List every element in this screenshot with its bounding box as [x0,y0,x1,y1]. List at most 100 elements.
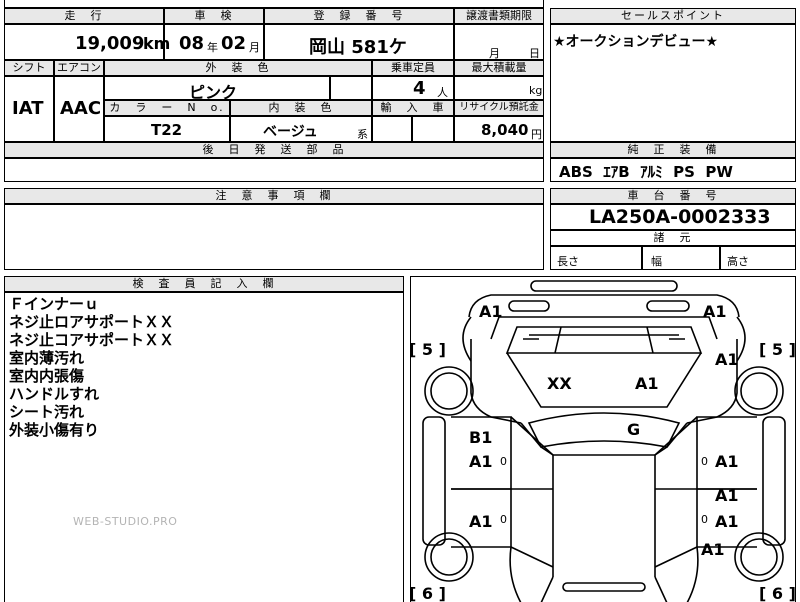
delivery-parts-box [4,158,544,182]
transfer-deadline-cell: 月 日 [454,24,544,60]
door-handle-mark: 0 [500,455,507,468]
inspection-year-unit: 年 [207,41,218,54]
recycle-value: 8,040 [481,121,529,139]
inspector-label: 検 査 員 記 入 欄 [4,276,404,292]
mileage-cell: 19,009 km [4,24,170,60]
top-partial-row [4,0,544,8]
mark-left-door-a: A1 [469,452,493,471]
import-cell-a [372,116,412,142]
mark-left-door-b: A1 [469,512,493,531]
mark-right-door-c: A1 [715,512,739,531]
import-label: 輸 入 車 [372,100,454,116]
transfer-month-unit: 月 [489,47,500,60]
recycle-label: リサイクル預託金 [454,100,544,116]
car-diagram-box: 0 0 0 0 A1 A1 [ 5 ] [ 5 ] A1 XX A1 G B1 … [410,276,796,602]
color-no-cell: T22 [104,116,230,142]
mileage-label: 走 行 [4,8,164,24]
door-handles: 0 0 0 0 [500,455,708,526]
transfer-deadline-label: 譲渡書類期限 [454,8,544,24]
interior-color-suffix: 系 [357,128,368,141]
door-handle-mark: 0 [500,513,507,526]
chassis-box: LA250A-0002333 [550,204,796,230]
capacity-value: 4 [413,78,426,99]
aircon-value: AAC [60,98,102,119]
mark-right-door-b: A1 [715,486,739,505]
mark-hood-left: XX [547,374,572,393]
inspector-line: ネジ止コアサポートＸＸ [9,331,175,349]
height-label: 高さ [727,255,749,268]
mark-hood-right: A1 [635,374,659,393]
capacity-cell: 4 人 [372,76,454,100]
inspector-line: 室内内張傷 [9,367,85,385]
inspector-box: Ｆインナーｕ ネジ止ロアサポートＸＸ ネジ止コアサポートＸＸ 室内薄汚れ 室内内… [4,292,404,602]
dimensions-label: 諸 元 [550,230,796,246]
shift-label: シフト [4,60,54,76]
inspector-line: 室内薄汚れ [9,349,85,367]
standard-equipment-value: ABS ｴｱB ｱﾙﾐ PS PW [559,163,733,181]
width-cell: 幅 [642,246,720,270]
sales-point-label: セールスポイント [550,8,796,24]
inspector-line: 外装小傷有り [9,421,100,439]
inspector-line: ネジ止ロアサポートＸＸ [9,313,175,331]
mark-front-left: A1 [479,302,503,321]
standard-equipment-box: ABS ｴｱB ｱﾙﾐ PS PW [550,158,796,182]
aircon-label: エアコン [54,60,104,76]
max-load-label: 最大積載量 [454,60,544,76]
exterior-color-label: 外 装 色 [104,60,372,76]
exterior-color-cell: ピンク [104,76,330,102]
mileage-value: 19,009 [75,33,145,54]
chassis-label: 車 台 番 号 [550,188,796,204]
exterior-color-blank [330,76,372,100]
mark-left-rear-tire: [ 6 ] [411,584,446,602]
length-cell: 長さ [550,246,642,270]
inspector-line: シート汚れ [9,403,85,421]
chassis-number: LA250A-0002333 [589,206,771,228]
capacity-unit: 人 [437,86,448,99]
standard-equipment-label: 純 正 装 備 [550,142,796,158]
mark-right-rear: A1 [701,540,725,559]
interior-color-value: ベージュ [263,124,318,140]
delivery-parts-label: 後 日 発 送 部 品 [4,142,544,158]
interior-color-label: 内 装 色 [230,100,372,116]
notes-box [4,204,544,270]
mark-left-tire: [ 5 ] [411,340,446,359]
car-diagram: 0 0 0 0 A1 A1 [ 5 ] [ 5 ] A1 XX A1 G B1 … [411,280,796,602]
inspector-line: ハンドルすれ [9,385,100,403]
watermark: WEB-STUDIO.PRO [73,515,178,528]
door-handle-mark: 0 [701,513,708,526]
registration-label: 登 録 番 号 [264,8,454,24]
inspector-line: Ｆインナーｕ [9,295,100,313]
mark-right-rear-tire: [ 6 ] [759,584,796,602]
inspection-label: 車 検 [164,8,264,24]
length-label: 長さ [557,255,579,268]
recycle-cell: 8,040 円 [454,116,544,142]
mark-right-tire: [ 5 ] [759,340,796,359]
mark-left-door-top: B1 [469,428,492,447]
color-no-value: T22 [151,121,183,139]
width-label: 幅 [651,255,662,268]
inspection-year: 08 [179,33,205,54]
sales-point-text: ★オークションデビュー★ [553,34,719,50]
interior-color-cell: ベージュ 系 [230,116,372,142]
transfer-day-unit: 日 [529,47,540,60]
mark-roof: G [627,420,640,439]
door-handle-mark: 0 [701,455,708,468]
color-no-label: カ ラ ー N o. [104,100,230,116]
capacity-label: 乗車定員 [372,60,454,76]
max-load-unit: kg [529,84,543,97]
mark-front-right: A1 [703,302,727,321]
registration-cell: 岡山 581ケ3604 [264,24,454,80]
mark-right-fender: A1 [715,350,739,369]
mark-right-door-a: A1 [715,452,739,471]
notes-label: 注 意 事 項 欄 [4,188,544,204]
inspection-cell: 08 年 02 月 [164,24,264,60]
inspection-month: 02 [221,33,247,54]
shift-cell: IAT [4,76,54,142]
shift-value: IAT [12,98,44,119]
inspection-month-unit: 月 [249,41,260,54]
recycle-unit: 円 [531,128,542,141]
import-cell-b [412,116,454,142]
aircon-cell: AAC [54,76,104,142]
height-cell: 高さ [720,246,796,270]
sales-point-box: ★オークションデビュー★ [550,24,796,142]
